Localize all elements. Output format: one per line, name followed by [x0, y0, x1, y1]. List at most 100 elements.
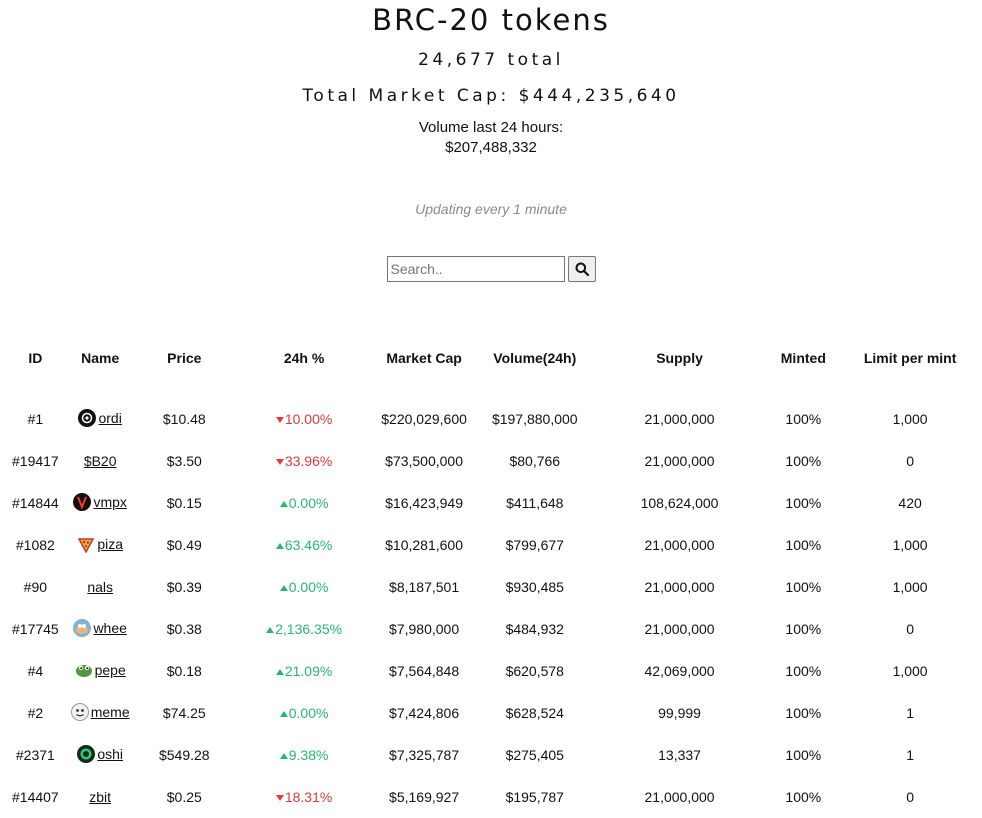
token-volume-cell: $628,524 — [505, 705, 564, 721]
token-limit-per-mint-cell: 1,000 — [892, 411, 928, 427]
token-24h-change-cell: 0.00% — [239, 482, 369, 524]
token-id-cell: #17745 — [12, 621, 59, 637]
token-volume-cell: $930,485 — [505, 579, 564, 595]
caret-up-icon — [279, 711, 288, 718]
caret-up-icon — [275, 543, 284, 550]
token-limit-per-mint-cell: 1,000 — [892, 579, 928, 595]
header-price: Price — [167, 350, 202, 366]
token-name-link[interactable]: piza — [97, 536, 123, 552]
token-volume-cell: $620,578 — [505, 663, 564, 679]
token-volume-cell: $484,932 — [505, 621, 564, 637]
token-name-link[interactable]: pepe — [95, 662, 126, 678]
token-minted-cell: 100% — [785, 705, 822, 721]
token-name-group: ordi — [78, 408, 122, 427]
change-value: 21.09% — [284, 663, 333, 679]
token-name-cell: pepe — [71, 650, 130, 692]
token-name-group: zbit — [89, 789, 111, 805]
token-name-link[interactable]: nals — [87, 579, 113, 595]
token-name-link[interactable]: ordi — [98, 410, 121, 426]
table-row: #19417 $B20 $3.50 33.96% $73,500,000 $80,766 2… — [0, 440, 982, 482]
token-name-link[interactable]: vmpx — [93, 494, 126, 510]
search-button[interactable] — [567, 256, 596, 282]
table-row: #14407 zbit $0.25 18.31% $5,169,927 $195,787 2… — [0, 776, 982, 818]
caret-up-icon — [275, 669, 284, 676]
token-24h-change-cell: 0.00% — [239, 566, 369, 608]
token-supply-cell: 21,000,000 — [644, 411, 715, 427]
token-volume-cell: $411,648 — [506, 495, 564, 511]
token-market-cap-cell: $220,029,600 — [381, 411, 467, 427]
token-limit-per-mint-cell: 1,000 — [892, 663, 928, 679]
search-input[interactable] — [386, 256, 565, 282]
whee-logo-icon — [73, 618, 92, 637]
token-name-group: vmpx — [73, 492, 127, 511]
vmpx-logo-icon — [73, 492, 92, 511]
caret-down-icon — [275, 795, 284, 802]
update-notice: Updating every 1 minute — [415, 201, 567, 217]
table-row: #1082 piza $0.49 63.46% $10,281,600 $799,677 2… — [0, 524, 982, 566]
table-row: #17745 whee $0.38 2,136.35% $7,980,000 $484,9… — [0, 608, 982, 650]
token-market-cap-cell: $16,423,949 — [385, 495, 463, 511]
token-id-cell: #19417 — [12, 453, 59, 469]
token-name-link[interactable]: oshi — [97, 746, 123, 762]
token-volume-cell: $275,405 — [505, 747, 564, 763]
token-name-cell: meme — [70, 692, 130, 734]
token-price-cell: $74.25 — [162, 705, 206, 721]
caret-up-icon — [266, 627, 275, 634]
page-title: BRC-20 tokens — [372, 3, 610, 37]
token-limit-per-mint-cell: 0 — [906, 453, 914, 469]
token-24h-change-cell: 0.00% — [239, 692, 369, 734]
table-row: #1 ordi $10.48 10.00% $220,029,600 $197,880,0… — [0, 382, 982, 440]
token-supply-cell: 21,000,000 — [644, 789, 715, 805]
token-supply-cell: 21,000,000 — [644, 579, 715, 595]
search-icon — [575, 262, 589, 276]
ordi-logo-icon — [78, 408, 97, 427]
token-minted-cell: 100% — [785, 495, 822, 511]
token-limit-per-mint-cell: 1,000 — [892, 537, 928, 553]
change-value: 63.46% — [284, 537, 333, 553]
token-supply-cell: 21,000,000 — [644, 453, 715, 469]
token-limit-per-mint-cell: 1 — [906, 747, 914, 763]
caret-down-icon — [275, 417, 284, 424]
token-price-cell: $0.49 — [166, 537, 202, 553]
token-market-cap-cell: $73,500,000 — [385, 453, 463, 469]
meme-logo-icon — [70, 702, 89, 721]
table-row: #2 meme $74.25 0.00% $7,424,806 $628,524 99,99… — [0, 692, 982, 734]
token-name-cell: piza — [71, 524, 130, 566]
search-bar — [0, 256, 982, 282]
token-24h-change-cell: 33.96% — [239, 440, 369, 482]
token-24h-change-cell: 9.38% — [239, 734, 369, 776]
table-row: #14844 vmpx $0.15 0.00% $16,423,949 $411,648 1… — [0, 482, 982, 524]
token-price-cell: $0.38 — [166, 621, 202, 637]
token-name-group: $B20 — [84, 453, 117, 469]
token-price-cell: $0.39 — [166, 579, 202, 595]
table-header-row: ID Name Price 24h % Market Cap Volume(24h) Sup… — [0, 334, 982, 382]
token-limit-per-mint-cell: 0 — [906, 621, 914, 637]
token-id-cell: #14844 — [12, 495, 59, 511]
token-name-cell: nals — [71, 566, 130, 608]
token-name-link[interactable]: whee — [93, 620, 126, 636]
token-name-cell: $B20 — [71, 440, 130, 482]
header-supply: Supply — [656, 350, 703, 366]
token-id-cell: #1082 — [15, 537, 55, 553]
token-price-cell: $549.28 — [158, 747, 210, 763]
token-market-cap-cell: $5,169,927 — [389, 789, 460, 805]
token-id-cell: #14407 — [12, 789, 59, 805]
token-market-cap-cell: $10,281,600 — [385, 537, 463, 553]
token-limit-per-mint-cell: 420 — [898, 495, 922, 511]
change-value: 2,136.35% — [275, 621, 343, 637]
token-name-link[interactable]: $B20 — [84, 453, 117, 469]
header-limit-per-mint: Limit per mint — [863, 350, 957, 366]
token-market-cap-cell: $7,325,787 — [389, 747, 460, 763]
change-value: 0.00% — [288, 579, 329, 595]
token-id-cell: #4 — [27, 663, 44, 679]
token-id-cell: #1 — [27, 411, 44, 427]
header-24h-change: 24h % — [283, 350, 325, 366]
token-24h-change-cell: 2,136.35% — [239, 608, 369, 650]
token-name-link[interactable]: zbit — [89, 789, 111, 805]
token-name-link[interactable]: meme — [91, 704, 130, 720]
token-market-cap-cell: $7,424,806 — [389, 705, 460, 721]
header-name: Name — [81, 350, 120, 366]
token-24h-change-cell: 10.00% — [239, 382, 369, 440]
token-market-cap-cell: $7,564,848 — [389, 663, 460, 679]
table-row: #90 nals $0.39 0.00% $8,187,501 $930,485 21,00… — [0, 566, 982, 608]
